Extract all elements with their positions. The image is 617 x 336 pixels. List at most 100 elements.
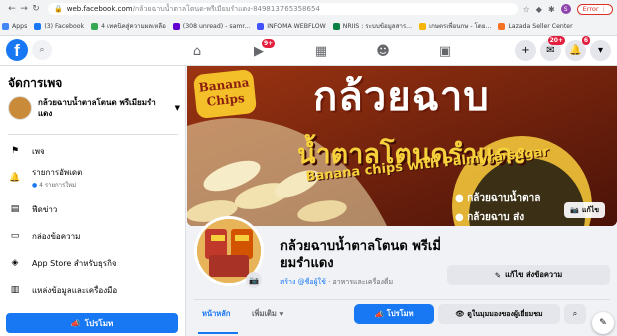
bookmark-item[interactable]: (308 unread) - samr... (172, 22, 250, 30)
sidebar-item-label: ฟีดข่าว (32, 204, 58, 214)
cover-headline-1: กล้วยฉาบ (313, 74, 490, 120)
account-menu-icon[interactable]: ▾ (590, 40, 611, 61)
sidebar-item-label: เพจ (32, 146, 45, 156)
camera-icon: 📷 (570, 206, 579, 214)
bookmark-item[interactable]: INFOMA WEBFLOW (257, 22, 326, 30)
promote-button[interactable]: 📣 โปรโมท (6, 313, 178, 333)
facebook-logo[interactable]: f (6, 39, 28, 61)
forward-icon[interactable]: → (18, 4, 30, 14)
watch-icon[interactable]: ▶ 9+ (228, 36, 290, 66)
bookmark-item[interactable]: เกษตรเพื่อนกษ - โดย... (419, 21, 491, 31)
create-icon[interactable]: + (515, 40, 536, 61)
bookmark-favicon-icon (2, 22, 9, 30)
bookmark-label: INFOMA WEBFLOW (267, 22, 326, 30)
bookmark-favicon-icon (498, 22, 506, 30)
sidebar-item-newsfeed[interactable]: ▤ ฟีดข่าว (6, 200, 180, 218)
tab-home[interactable]: หน้าหลัก (202, 308, 230, 320)
browser-chrome: ← → ↻ 🔒 web.facebook.com /กล้วยฉาบน้ำตาล… (0, 0, 617, 36)
divider (194, 299, 610, 300)
bookmark-favicon-icon (332, 22, 340, 30)
promote-button[interactable]: 📣 โปรโมท (354, 304, 434, 324)
url-host: web.facebook.com (66, 5, 133, 13)
cover-bullet-1: ● กล้วยฉาบน้ำตาล (455, 193, 541, 204)
bookmark-label: (3) Facebook (44, 22, 85, 30)
extension-icon[interactable]: ◆ (536, 5, 542, 14)
megaphone-icon: 📣 (374, 309, 384, 319)
sidebar-item-label: รายการอัพเดต (32, 168, 83, 177)
notifications-icon[interactable]: 🔔 6 (565, 36, 590, 61)
error-label: Error (582, 5, 599, 13)
puzzle-icon[interactable]: ✱ (548, 5, 555, 14)
page-switcher[interactable]: กล้วยฉาบน้ำตาลโตนด พรีเมียมรำแดง ▼ (8, 96, 180, 120)
address-bar[interactable]: 🔒 web.facebook.com /กล้วยฉาบน้ำตาลโตนด-พ… (48, 3, 518, 15)
sidebar-title: จัดการเพจ (8, 76, 63, 90)
cover-photo: Banana Chips กล้วยฉาบ น้ำตาลโตนดรำแดง Ba… (187, 66, 617, 226)
inbox-icon: ▭ (10, 231, 20, 241)
error-button[interactable]: Error ⋮ (576, 3, 613, 15)
divider (8, 134, 178, 135)
promote-label: โปรโมท (386, 309, 414, 318)
bookmark-item[interactable]: (3) Facebook (34, 22, 85, 30)
groups-icon[interactable]: ☻ (352, 36, 414, 66)
sidebar-item-inbox[interactable]: ▭ กล่องข้อความ (6, 227, 180, 245)
create-username-link[interactable]: สร้าง @ชื่อผู้ใช้ (280, 278, 326, 286)
active-tab-indicator (198, 332, 238, 334)
bookmark-label: 4 เทคนิคสู่ความผลเหลือ (101, 23, 166, 30)
edit-cover-button[interactable]: 📷 แก้ไข (564, 202, 605, 218)
bookmark-item[interactable]: 4 เทคนิคสู่ความผลเหลือ (91, 21, 166, 31)
manage-page-sidebar: จัดการเพจ กล้วยฉาบน้ำตาลโตนด พรีเมียมรำแ… (0, 66, 186, 336)
bookmark-favicon-icon (34, 22, 42, 30)
page-search-icon[interactable]: ⌕ (564, 304, 586, 324)
tab-more[interactable]: เพิ่มเติม ▾ (252, 308, 283, 320)
sidebar-item-app-store[interactable]: ◈ App Store สำหรับธุรกิจ (6, 254, 180, 272)
main-nav: ⌂ ▶ 9+ ▦ ☻ ▣ (166, 36, 476, 66)
cover-badge-line2: Chips (205, 91, 246, 109)
reload-icon[interactable]: ↻ (30, 4, 42, 14)
address-row: ← → ↻ 🔒 web.facebook.com /กล้วยฉาบน้ำตาล… (6, 2, 617, 16)
sidebar-item-label: แหล่งข้อมูลและเครื่องมือ (32, 285, 118, 295)
sidebar-item-resources[interactable]: ▥ แหล่งข้อมูลและเครื่องมือ (6, 281, 180, 299)
bookmark-favicon-icon (91, 22, 99, 30)
bookmark-favicon-icon (172, 22, 180, 30)
search-icon[interactable]: ⌕ (32, 40, 52, 60)
lock-icon: 🔒 (54, 5, 63, 13)
marketplace-icon[interactable]: ▦ (290, 36, 352, 66)
page-subtitle: สร้าง @ชื่อผู้ใช้ · อาหารและเครื่องดื่ม (280, 277, 393, 288)
bookmark-label: Apps (12, 22, 28, 30)
url-path: /กล้วยฉาบน้ำตาลโตนด-พรีเมียมรำแดง-849813… (132, 4, 320, 13)
home-icon[interactable]: ⌂ (166, 36, 228, 66)
bookmark-label: เกษตรเพื่อนกษ - โดย... (429, 23, 492, 30)
notifications-badge: 6 (581, 36, 590, 45)
sidebar-item-sub: 4 รายการใหม่ (32, 180, 82, 190)
edit-send-message-button[interactable]: ✎ แก้ไข ส่งข้อความ (447, 265, 610, 285)
sidebar-item-page[interactable]: ⚑ เพจ (6, 142, 180, 160)
sidebar-item-text: รายการอัพเดต 4 รายการใหม่ (32, 166, 82, 190)
new-message-icon[interactable]: ✎ (592, 312, 614, 334)
view-as-label: ดูในมุมมองของผู้เยี่ยมชม (467, 309, 543, 318)
bell-icon: 🔔 (9, 173, 21, 183)
facebook-top-bar: f ⌕ ⌂ ▶ 9+ ▦ ☻ ▣ + ✉ 20+ 🔔 6 ▾ (0, 36, 617, 66)
messenger-icon[interactable]: ✉ 20+ (540, 36, 565, 61)
sidebar-item-updates[interactable]: 🔔 รายการอัพเดต 4 รายการใหม่ (6, 166, 180, 190)
promote-label: โปรโมท (84, 318, 114, 328)
browser-tools: ☆ ◆ ✱ S Error ⋮ (523, 3, 617, 15)
bookmark-favicon-icon (419, 22, 427, 30)
store-icon: ◈ (11, 258, 19, 268)
watch-badge: 9+ (262, 39, 276, 48)
account-actions: + ✉ 20+ 🔔 6 ▾ (515, 36, 611, 61)
view-as-visitor-button[interactable]: 👁 ดูในมุมมองของผู้เยี่ยมชม (438, 304, 560, 324)
bookmark-item[interactable]: NRIIS : ระบบข้อมูลสาร... (332, 21, 412, 31)
cover-bullet-2: ● กล้วยฉาบ ส่ง (455, 212, 525, 223)
back-icon[interactable]: ← (6, 4, 18, 14)
browser-profile-avatar[interactable]: S (560, 4, 571, 14)
bookmark-item[interactable]: Lazada Seller Center (498, 22, 573, 30)
bookmark-star-icon[interactable]: ☆ (523, 5, 530, 14)
page-category: · อาหารและเครื่องดื่ม (325, 278, 394, 286)
megaphone-icon: 📣 (70, 318, 81, 328)
sidebar-item-label: กล่องข้อความ (32, 231, 81, 241)
gaming-icon[interactable]: ▣ (414, 36, 476, 66)
cover-badge: Banana Chips (192, 68, 258, 120)
page-title: กล้วยฉาบน้ำตาลโตนด พรีเมี่ยมรำแดง (280, 239, 441, 271)
camera-icon[interactable]: 📷 (246, 272, 262, 288)
bookmark-item[interactable]: Apps (2, 22, 28, 30)
